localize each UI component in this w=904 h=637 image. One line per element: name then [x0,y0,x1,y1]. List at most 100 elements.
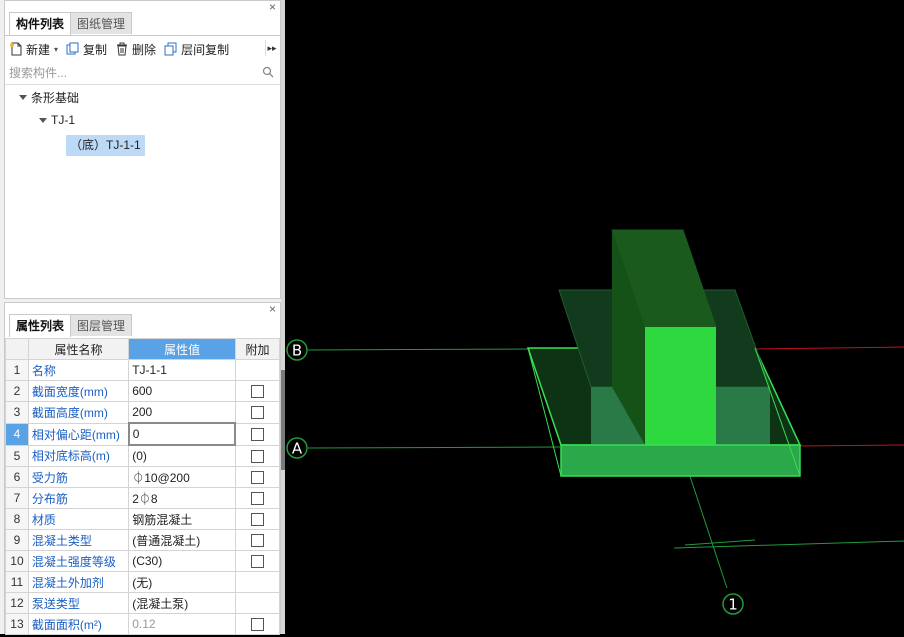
property-value[interactable]: (混凝土泵) [128,592,236,614]
tab-component-list[interactable]: 构件列表 [9,12,72,35]
property-value[interactable]: 0 [127,422,237,446]
header-property-value[interactable]: 属性值 [128,338,236,360]
property-row[interactable]: 1 名称 TJ-1-1 [5,359,281,381]
attach-checkbox[interactable] [250,534,264,548]
component-panel-close-icon[interactable]: × [269,1,276,13]
property-attach-cell[interactable] [234,401,281,424]
axis-label-b: B [292,342,302,360]
property-row[interactable]: 8 材质 钢筋混凝土 [5,508,281,530]
property-panel-tabs: 属性列表 图层管理 [9,314,133,337]
property-name: 混凝土强度等级 [27,550,130,572]
attach-checkbox[interactable] [250,555,264,569]
delete-button[interactable]: 删除 [111,39,160,59]
property-row[interactable]: 5 相对底标高(m) (0) [5,444,281,467]
tab-property-list[interactable]: 属性列表 [9,314,72,337]
property-row-number: 8 [5,508,29,530]
axis-marker-a: A [286,437,308,459]
left-panel-area: × 构件列表 图纸管理 新建 ▾ 复制 删除 层间复制 ▸▸ 搜索构件... 条… [0,0,285,635]
property-table-header: 属性名称 属性值 附加 [5,338,281,360]
header-attach[interactable]: 附加 [234,338,281,360]
property-value[interactable]: TJ-1-1 [128,359,236,381]
axis-b-line-green [307,348,531,351]
property-row[interactable]: 6 受力筋 ⏀10@200 [5,466,281,488]
property-attach-cell[interactable] [234,444,281,467]
property-row-number: 1 [5,359,29,381]
property-value[interactable]: 钢筋混凝土 [128,508,236,530]
3d-viewport[interactable]: B A 1 [285,0,904,634]
attach-checkbox[interactable] [250,471,264,485]
axis-label-a: A [292,440,303,458]
property-attach-cell[interactable] [234,529,281,551]
property-row-number: 10 [5,550,29,572]
property-row[interactable]: 4 相对偏心距(mm) 0 [5,422,281,446]
property-value[interactable]: 600 [128,380,236,402]
property-attach-cell[interactable] [234,359,281,381]
property-value[interactable]: (C30) [128,550,236,572]
toolbar-more-icon[interactable]: ▸▸ [265,40,278,56]
property-row[interactable]: 10 混凝土强度等级 (C30) [5,550,281,572]
component-toolbar: 新建 ▾ 复制 删除 层间复制 ▸▸ [5,35,280,63]
property-attach-cell[interactable] [234,508,281,530]
attach-checkbox[interactable] [250,449,264,463]
property-row[interactable]: 12 泵送类型 (混凝土泵) [5,592,281,614]
floor-copy-icon [164,42,177,56]
property-row-number: 6 [5,466,29,488]
property-attach-cell[interactable] [234,487,281,509]
property-name: 混凝土类型 [27,529,130,551]
component-search [5,62,280,85]
property-attach-cell[interactable] [234,571,281,593]
search-icon[interactable] [262,66,274,78]
property-row-number: 2 [5,380,29,402]
attach-checkbox[interactable] [250,406,264,420]
tree-node-label: 条形基础 [31,91,80,105]
property-row[interactable]: 13 截面面积(m²) 0.12 [5,613,281,635]
property-row-number: 5 [5,444,29,467]
property-row[interactable]: 9 混凝土类型 (普通混凝土) [5,529,281,551]
property-row[interactable]: 7 分布筋 2⏀8 [5,487,281,509]
property-value[interactable]: (普通混凝土) [128,529,236,551]
property-row-number: 4 [5,422,29,446]
component-search-input[interactable] [7,62,251,84]
property-row-number: 13 [5,613,29,635]
expand-caret-icon[interactable] [19,95,27,100]
property-attach-cell[interactable] [234,613,281,635]
grid-line-lower [673,540,904,549]
tree-node-strip-foundation[interactable]: 条形基础 [19,89,79,106]
property-panel-close-icon[interactable]: × [269,303,276,315]
attach-checkbox[interactable] [250,385,264,399]
property-value[interactable]: 2⏀8 [128,487,236,509]
expand-caret-icon[interactable] [39,117,47,123]
header-property-name[interactable]: 属性名称 [27,338,130,360]
property-attach-cell[interactable] [234,592,281,614]
strip-foundation-model[interactable] [526,229,802,477]
attach-checkbox[interactable] [250,618,264,632]
property-value[interactable]: 0.12 [128,613,236,635]
property-row[interactable]: 2 截面宽度(mm) 600 [5,380,281,402]
property-row[interactable]: 11 混凝土外加剂 (无) [5,571,281,593]
floor-copy-button[interactable]: 层间复制 [160,39,233,59]
tree-node-tj-1[interactable]: TJ-1 [39,113,75,127]
attach-checkbox[interactable] [250,492,264,506]
tab-drawing-management[interactable]: 图纸管理 [70,12,133,34]
new-button[interactable]: 新建 ▾ [5,39,62,59]
new-document-icon [10,42,22,56]
property-row[interactable]: 3 截面高度(mm) 200 [5,401,281,424]
property-attach-cell[interactable] [234,466,281,488]
property-value[interactable]: (0) [128,444,236,467]
new-dropdown-icon[interactable]: ▾ [54,45,58,54]
property-attach-cell[interactable] [234,550,281,572]
property-value[interactable]: (无) [128,571,236,593]
attach-checkbox[interactable] [250,513,264,527]
copy-button[interactable]: 复制 [62,39,111,59]
property-attach-cell[interactable] [234,380,281,402]
tab-layer-management[interactable]: 图层管理 [70,314,133,336]
property-name: 泵送类型 [27,592,130,614]
property-name: 相对偏心距(mm) [27,422,130,446]
attach-checkbox[interactable] [251,428,265,442]
copy-button-label: 复制 [83,42,108,57]
property-value[interactable]: 200 [128,401,236,424]
tree-leaf-tj-1-1[interactable]: （底）TJ-1-1 [66,135,145,156]
property-attach-cell[interactable] [234,422,281,446]
property-value[interactable]: ⏀10@200 [128,466,236,488]
property-name: 截面高度(mm) [27,401,130,424]
